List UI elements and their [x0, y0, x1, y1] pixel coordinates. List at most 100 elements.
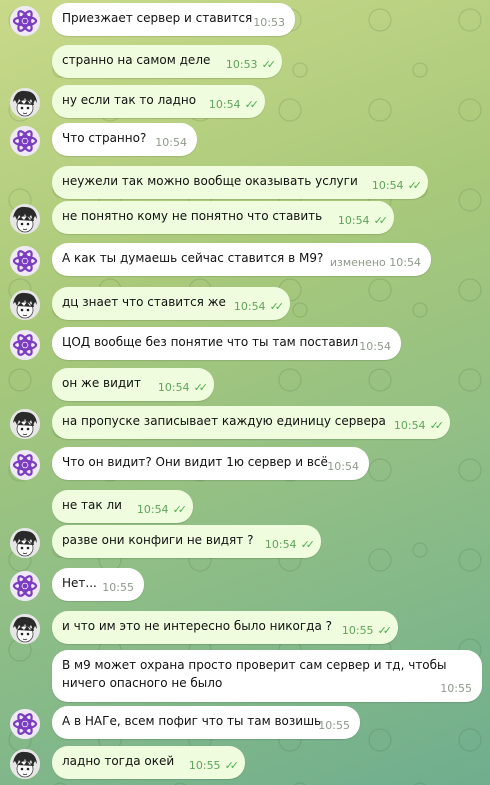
message-row: Приезжает сервер и ставится 10:53 [0, 3, 490, 36]
avatar-user[interactable] [10, 614, 40, 644]
message-row: Что странно? 10:54 [0, 123, 490, 156]
message-bubble[interactable]: Приезжает сервер и ставится 10:53 [52, 3, 295, 36]
avatar-atom-icon[interactable] [10, 450, 40, 480]
message-text: В м9 может охрана просто проверит сам се… [62, 658, 447, 690]
message-text: Что странно? [62, 131, 147, 145]
message-bubble[interactable]: ЦОД вообще без понятие что ты там постав… [52, 327, 401, 360]
message-text: не так ли [62, 498, 122, 512]
timestamp: 10:55 [440, 682, 472, 695]
timestamp: 10:53 [225, 58, 258, 71]
avatar-atom-icon[interactable] [10, 709, 40, 739]
message-text: разве они конфиги не видят ? [62, 533, 254, 547]
message-time: 10:54 ✓✓ [393, 417, 445, 435]
message-text: и что им это не интересно было никогда ? [62, 619, 332, 633]
avatar-atom-icon[interactable] [10, 571, 40, 601]
avatar-user[interactable] [10, 528, 40, 558]
double-check-icon: ✓✓ [407, 179, 423, 192]
message-time: 10:54 ✓✓ [233, 298, 285, 316]
message-bubble[interactable]: разве они конфиги не видят ? 10:54 ✓✓ [52, 525, 321, 558]
message-text: ну если так то ладно [62, 93, 197, 107]
message-bubble[interactable]: он же видит 10:54 ✓✓ [52, 368, 214, 401]
message-bubble[interactable]: А в НАГе, всем пофиг что ты там возишь 10… [52, 706, 360, 739]
avatar-user[interactable] [10, 290, 40, 320]
double-check-icon: ✓✓ [261, 58, 277, 71]
message-bubble[interactable]: и что им это не интересно было никогда ?… [52, 611, 398, 644]
timestamp: 10:54 [371, 179, 404, 192]
message-text: неужели так можно вообще оказывать услуг… [62, 174, 358, 188]
message-bubble[interactable]: на пропуске записывает каждую единицу се… [52, 406, 450, 439]
message-time: 10:55 ✓✓ [341, 622, 393, 640]
message-row: ЦОД вообще без понятие что ты там постав… [0, 327, 490, 360]
message-bubble[interactable]: В м9 может охрана просто проверит сам се… [52, 650, 482, 702]
double-check-icon: ✓✓ [373, 214, 389, 227]
timestamp: 10:54 [327, 460, 359, 473]
message-bubble[interactable]: не понятно кому не понятно что ставить 10… [52, 201, 394, 234]
message-bubble[interactable]: странно на самом деле 10:53 ✓✓ [52, 45, 282, 78]
message-bubble[interactable]: дц знает что ставится же 10:54 ✓✓ [52, 287, 290, 320]
timestamp: 10:54 [233, 300, 266, 313]
message-time: 10:54 ✓✓ [208, 96, 260, 114]
message-bubble[interactable]: ну если так то ладно 10:54 ✓✓ [52, 85, 265, 118]
message-row: В м9 может охрана просто проверит сам се… [0, 650, 490, 702]
message-text: Приезжает сервер и ставится [62, 11, 253, 25]
message-text: А в НАГе, всем пофиг что ты там возишь [62, 714, 322, 728]
message-bubble[interactable]: ладно тогда окей 10:55 ✓✓ [52, 746, 245, 779]
double-check-icon: ✓✓ [429, 419, 445, 432]
message-row: странно на самом деле 10:53 ✓✓ [0, 45, 490, 78]
timestamp: 10:54 [157, 381, 190, 394]
avatar-user[interactable] [10, 749, 40, 779]
message-row: А в НАГе, всем пофиг что ты там возишь 10… [0, 706, 490, 739]
message-bubble[interactable]: неужели так можно вообще оказывать услуг… [52, 166, 428, 199]
timestamp: 10:54 [155, 136, 187, 149]
avatar-user[interactable] [10, 409, 40, 439]
avatar-atom-icon[interactable] [10, 330, 40, 360]
message-bubble[interactable]: Нет... 10:55 [52, 568, 144, 601]
timestamp: 10:55 [318, 719, 350, 732]
timestamp: 10:54 [393, 419, 426, 432]
message-row: Что он видит? Они видит 1ю сервер и всё 1… [0, 447, 490, 480]
message-text: ЦОД вообще без понятие что ты там постав… [62, 335, 359, 349]
message-text: не понятно кому не понятно что ставить [62, 209, 323, 223]
message-time: 10:53 ✓✓ [225, 56, 277, 74]
message-text: он же видит [62, 376, 141, 390]
message-time: 10:54 ✓✓ [137, 501, 188, 519]
message-text: ладно тогда окей [62, 754, 175, 768]
message-bubble[interactable]: А как ты думаешь сейчас ставится в М9? из… [52, 243, 431, 276]
timestamp: 10:54 [359, 340, 391, 353]
double-check-icon: ✓✓ [172, 503, 188, 516]
avatar-user[interactable] [10, 204, 40, 234]
double-check-icon: ✓✓ [377, 624, 393, 637]
timestamp: 10:53 [253, 16, 285, 29]
message-row: разве они конфиги не видят ? 10:54 ✓✓ [0, 525, 490, 558]
timestamp: 10:55 [188, 759, 221, 772]
message-text: дц знает что ставится же [62, 295, 226, 309]
message-text: Что он видит? Они видит 1ю сервер и всё [62, 455, 328, 469]
message-time: 10:54 ✓✓ [157, 379, 208, 397]
message-time: 10:54 ✓✓ [338, 212, 389, 230]
double-check-icon: ✓✓ [300, 538, 316, 551]
message-bubble[interactable]: Что странно? 10:54 [52, 123, 197, 156]
message-time: изменено 10:54 [330, 254, 421, 272]
avatar-atom-icon[interactable] [10, 126, 40, 156]
message-time: 10:55 [318, 717, 350, 735]
message-row: А как ты думаешь сейчас ставится в М9? из… [0, 243, 490, 276]
timestamp: 10:55 [341, 624, 374, 637]
message-row: неужели так можно вообще оказывать услуг… [0, 166, 490, 199]
message-text: странно на самом деле [62, 53, 211, 67]
message-row: ладно тогда окей 10:55 ✓✓ [0, 746, 490, 779]
message-row: не понятно кому не понятно что ставить 10… [0, 201, 490, 234]
avatar-atom-icon[interactable] [10, 6, 40, 36]
double-check-icon: ✓✓ [244, 98, 260, 111]
message-row: и что им это не интересно было никогда ?… [0, 611, 490, 644]
message-time: 10:54 [155, 134, 187, 152]
message-bubble[interactable]: не так ли 10:54 ✓✓ [52, 490, 193, 523]
message-time: 10:55 [102, 579, 134, 597]
message-time: 10:54 ✓✓ [371, 177, 423, 195]
timestamp: 10:54 [208, 98, 241, 111]
message-bubble[interactable]: Что он видит? Они видит 1ю сервер и всё 1… [52, 447, 369, 480]
avatar-atom-icon[interactable] [10, 246, 40, 276]
avatar-user[interactable] [10, 88, 40, 118]
message-row: не так ли 10:54 ✓✓ [0, 490, 490, 523]
double-check-icon: ✓✓ [269, 300, 285, 313]
timestamp: 10:55 [102, 581, 134, 594]
